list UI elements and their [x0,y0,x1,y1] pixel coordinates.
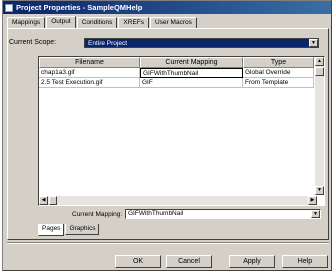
apply-button[interactable]: Apply [229,255,275,268]
tab-user-macros[interactable]: User Macros [150,17,197,28]
cancel-button[interactable]: Cancel [166,255,212,268]
chevron-down-icon[interactable]: ▼ [309,39,318,47]
tab-conditions[interactable]: Conditions [76,17,118,28]
cell-type[interactable]: From Template [243,78,314,88]
help-button[interactable]: Help [282,255,328,268]
cell-type[interactable]: Global Override [243,68,314,78]
scroll-thumb[interactable] [315,67,324,76]
cell-filename[interactable]: chap1a3.gif [39,68,140,78]
scroll-left-icon[interactable]: ◀ [39,196,48,205]
tab-xrefs[interactable]: XREFs [118,17,150,28]
current-mapping-label: Current Mapping: [72,211,123,218]
grid-header: Filename Current Mapping Type [39,57,314,68]
scope-value: Entire Project [88,40,128,47]
cell-mapping[interactable]: GIF [140,78,243,88]
ok-button[interactable]: OK [115,255,161,268]
project-properties-window: Project Properties - SampleQMHelp Mappin… [2,0,332,271]
tab-pages[interactable]: Pages [38,224,65,236]
column-header-current-mapping[interactable]: Current Mapping [140,57,243,68]
chevron-down-icon[interactable]: ▼ [311,210,320,218]
scroll-up-icon[interactable]: ▲ [315,57,324,66]
current-mapping-dropdown[interactable]: GIFWithThumbNail ▼ [125,209,321,219]
table-row[interactable]: 2.5 Test Execution.gif GIF From Template [39,78,314,88]
app-icon [5,3,13,12]
table-row[interactable]: chap1a3.gif GIFWithThumbNail Global Over… [39,68,314,78]
scroll-thumb[interactable] [49,196,57,205]
scope-label: Current Scope: [9,39,57,46]
tab-graphics[interactable]: Graphics [65,224,100,235]
divider [7,242,329,244]
current-mapping-value: GIFWithThumbNail [128,210,184,217]
scroll-down-icon[interactable]: ▼ [315,186,324,195]
vertical-scrollbar[interactable]: ▲ ▼ [315,57,324,195]
column-header-type[interactable]: Type [243,57,314,68]
window-title: Project Properties - SampleQMHelp [16,3,143,12]
bottom-tabs: Pages Graphics [38,224,100,236]
scope-dropdown[interactable]: Entire Project ▼ [84,38,319,48]
tab-output[interactable]: Output [46,16,76,28]
tab-mappings[interactable]: Mappings [7,17,46,28]
top-tabs: Mappings Output Conditions XREFs User Ma… [7,16,198,28]
cell-mapping[interactable]: GIFWithThumbNail [140,68,243,78]
scope-row: Current Scope: [9,39,57,46]
title-bar[interactable]: Project Properties - SampleQMHelp [3,1,331,14]
cell-filename[interactable]: 2.5 Test Execution.gif [39,78,140,88]
column-header-filename[interactable]: Filename [39,57,140,68]
mapping-grid: Filename Current Mapping Type chap1a3.gi… [38,56,325,206]
scroll-right-icon[interactable]: ▶ [308,196,317,205]
horizontal-scrollbar[interactable]: ◀ ▶ [39,196,317,205]
